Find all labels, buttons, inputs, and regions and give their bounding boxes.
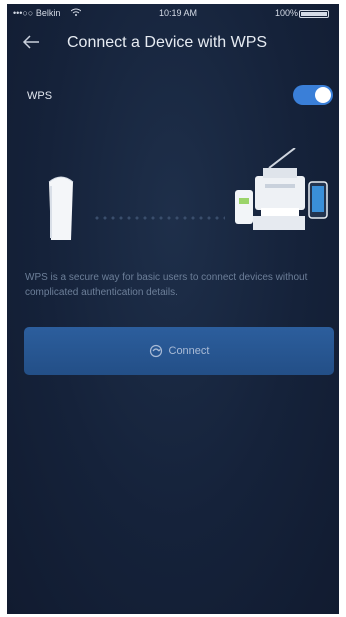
- status-bar: •••○○ Belkin 10:19 AM 100%: [7, 4, 339, 22]
- connection-dots: [93, 216, 225, 220]
- connect-button[interactable]: Connect: [24, 327, 334, 375]
- battery-icon: [299, 10, 329, 18]
- devices-icon: [235, 148, 328, 230]
- wifi-icon: [71, 8, 81, 16]
- wps-illustration: [7, 134, 339, 264]
- wps-icon: [149, 344, 162, 358]
- back-arrow-icon: [22, 35, 39, 49]
- carrier-label: •••○○ Belkin: [13, 8, 61, 18]
- battery-percent: 100%: [275, 8, 299, 18]
- wps-toggle[interactable]: [293, 85, 333, 105]
- toggle-knob: [315, 87, 331, 103]
- clock: 10:19 AM: [159, 8, 198, 18]
- back-button[interactable]: [21, 32, 47, 58]
- wps-description: WPS is a secure way for basic users to c…: [25, 272, 308, 298]
- node-icon: [48, 176, 74, 240]
- app-screen: •••○○ Belkin 10:19 AM 100% Connect a Dev…: [7, 4, 339, 614]
- wps-label: WPS: [27, 90, 53, 102]
- connect-button-label: Connect: [168, 345, 210, 357]
- page-title: Connect a Device with WPS: [67, 34, 268, 51]
